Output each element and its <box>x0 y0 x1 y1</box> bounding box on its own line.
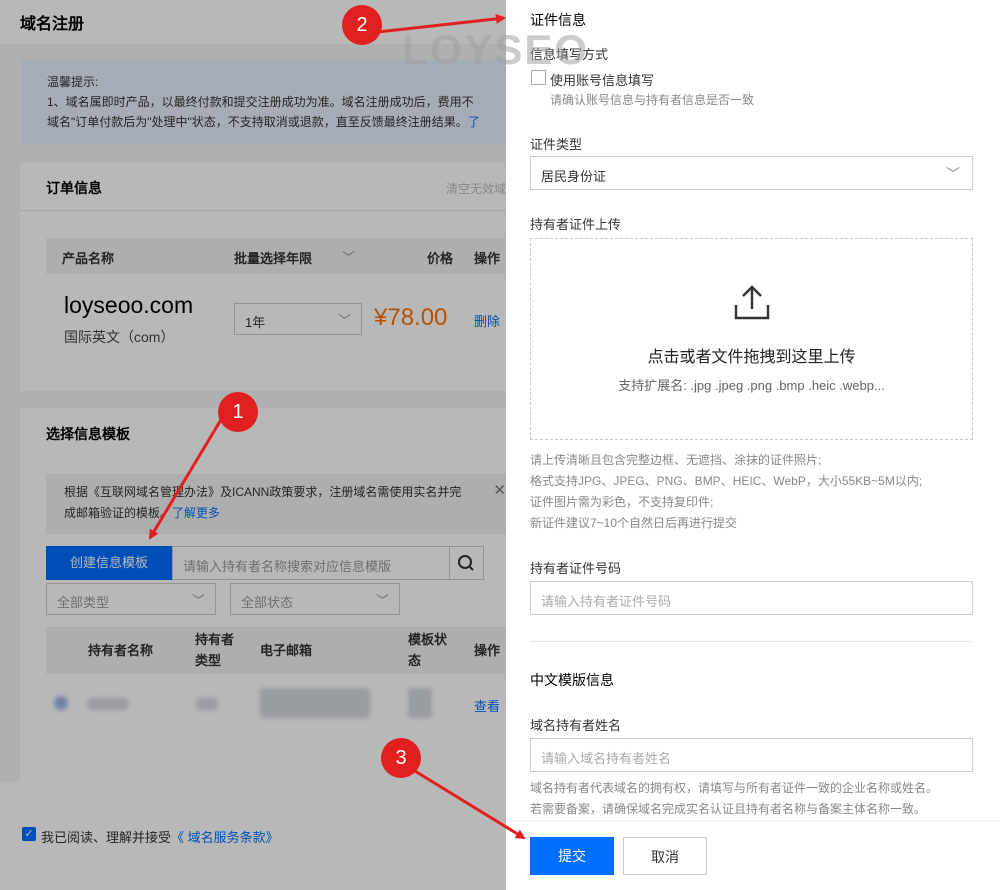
step-badge-3: 3 <box>381 738 421 778</box>
annotation-arrows <box>148 13 526 840</box>
step-badge-2: 2 <box>342 5 382 45</box>
step-badge-1: 1 <box>218 392 258 432</box>
arrow-1 <box>148 417 224 540</box>
arrow-3 <box>409 766 526 840</box>
arrow-2 <box>377 13 506 34</box>
